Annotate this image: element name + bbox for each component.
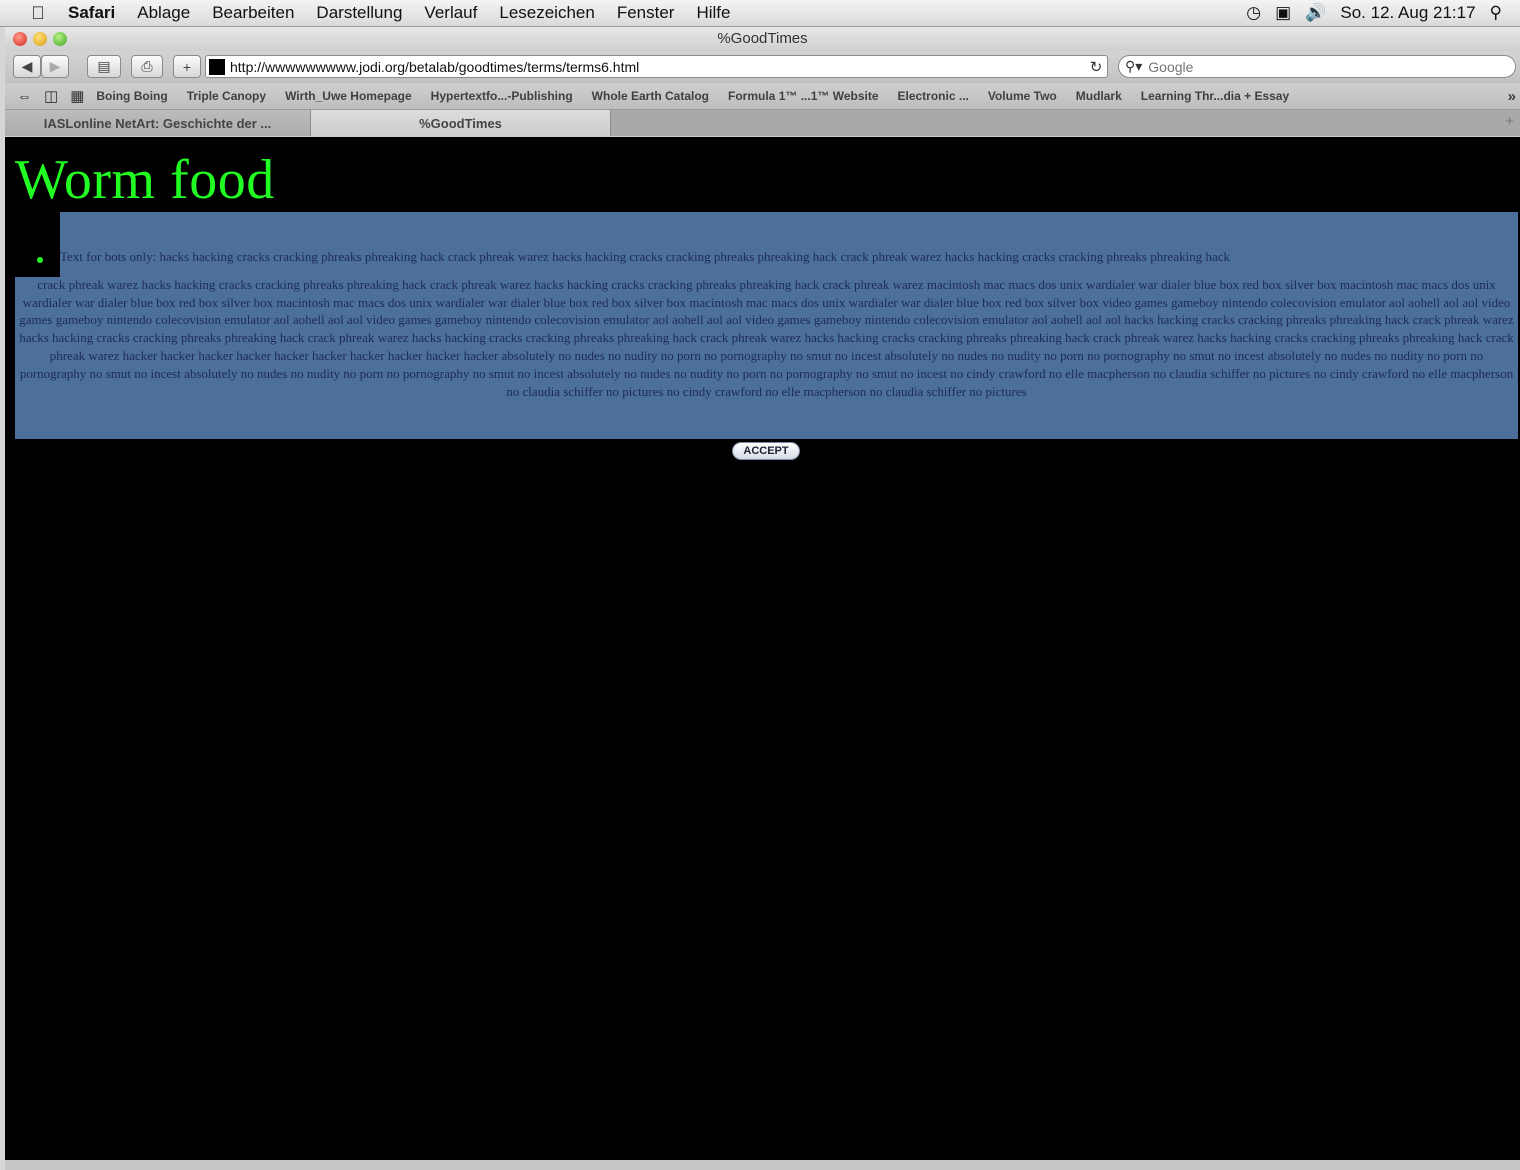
bookmark-electronic[interactable]: Electronic ...: [898, 89, 969, 103]
tab-iaslonline[interactable]: IASLonline NetArt: Geschichte der ...: [5, 110, 311, 136]
url-text[interactable]: http://wwwwwwwww.jodi.org/betalab/goodti…: [230, 59, 1085, 75]
page-content: Worm food Text for bots only: hacks hack…: [5, 137, 1520, 1160]
bookmark-boing-boing[interactable]: Boing Boing: [96, 89, 167, 103]
menu-ablage[interactable]: Ablage: [137, 3, 190, 23]
forward-arrow-icon: ▶: [49, 58, 61, 74]
menu-lesezeichen[interactable]: Lesezeichen: [499, 3, 594, 23]
status-bar: [5, 1160, 1520, 1170]
menubar-extras: ◷ ▣ 🔊 So. 12. Aug 21:17 ⚲: [1246, 3, 1502, 23]
top-sites-icon: ▤: [97, 58, 111, 74]
tab-label: IASLonline NetArt: Geschichte der ...: [43, 115, 272, 131]
bookmarks-bar: ⇔ ◫ ▦ Boing Boing Triple Canopy Wirth_Uw…: [5, 83, 1520, 110]
reload-icon[interactable]: ↻: [1085, 58, 1107, 76]
tab-goodtimes[interactable]: %GoodTimes: [311, 110, 611, 136]
plus-icon: +: [182, 58, 192, 75]
book-icon[interactable]: ◫: [44, 87, 58, 105]
printer-icon: ⎙: [141, 58, 153, 74]
print-button[interactable]: ⎙: [131, 55, 163, 78]
new-tab-icon[interactable]: +: [1505, 113, 1514, 130]
menu-fenster[interactable]: Fenster: [617, 3, 675, 23]
accept-button[interactable]: ACCEPT: [732, 442, 800, 460]
bot-text-first-line: Text for bots only: hacks hacking cracks…: [60, 249, 1230, 264]
volume-icon[interactable]: 🔊: [1305, 3, 1326, 23]
reading-list-icon[interactable]: ⇔: [17, 88, 32, 105]
back-arrow-icon: ◀: [21, 58, 33, 74]
spotlight-search-icon[interactable]: ⚲: [1490, 3, 1502, 23]
add-bookmark-button[interactable]: +: [173, 55, 201, 78]
page-title: Worm food: [15, 149, 275, 211]
tab-label: %GoodTimes: [419, 115, 502, 131]
menu-bearbeiten[interactable]: Bearbeiten: [212, 3, 294, 23]
display-icon[interactable]: ▣: [1275, 3, 1291, 23]
bookmark-mudlark[interactable]: Mudlark: [1076, 89, 1122, 103]
bookmark-formula1[interactable]: Formula 1™ ...1™ Website: [728, 89, 878, 103]
menu-verlauf[interactable]: Verlauf: [424, 3, 477, 23]
toolbar: ◀ ▶ ▤ ⎙ + http://wwwwwwwww.jodi.org/beta…: [5, 51, 1520, 83]
title-bar: %GoodTimes: [5, 27, 1520, 51]
bookmark-triple-canopy[interactable]: Triple Canopy: [187, 89, 266, 103]
bookmark-wirth-uwe[interactable]: Wirth_Uwe Homepage: [285, 89, 412, 103]
search-field[interactable]: ⚲▾: [1118, 55, 1516, 78]
menu-darstellung[interactable]: Darstellung: [316, 3, 402, 23]
tab-bar: IASLonline NetArt: Geschichte der ... %G…: [5, 110, 1520, 136]
bot-text: Text for bots only: hacks hacking cracks…: [15, 248, 1518, 400]
menubar-clock[interactable]: So. 12. Aug 21:17: [1340, 3, 1475, 23]
back-button[interactable]: ◀: [13, 55, 41, 78]
menu-safari[interactable]: Safari: [68, 3, 115, 23]
menu-bar:  Safari Ablage Bearbeiten Darstellung V…: [0, 0, 1520, 27]
apple-menu-icon[interactable]: : [28, 3, 48, 24]
grid-icon[interactable]: ▦: [70, 87, 84, 105]
bookmark-volume-two[interactable]: Volume Two: [988, 89, 1057, 103]
address-bar[interactable]: http://wwwwwwwww.jodi.org/betalab/goodti…: [205, 55, 1108, 78]
more-bookmarks-chevron-icon[interactable]: »: [1508, 88, 1516, 105]
search-input[interactable]: [1148, 58, 1489, 75]
bot-text-body: crack phreak warez hacks hacking cracks …: [19, 276, 1514, 399]
time-machine-icon[interactable]: ◷: [1246, 3, 1261, 23]
site-favicon: [209, 58, 225, 75]
forward-button[interactable]: ▶: [41, 55, 69, 78]
window-title: %GoodTimes: [717, 30, 808, 47]
bookmark-hypertextfo[interactable]: Hypertextfo...-Publishing: [431, 89, 573, 103]
top-sites-button[interactable]: ▤: [87, 55, 121, 78]
menu-hilfe[interactable]: Hilfe: [696, 3, 730, 23]
browser-window: %GoodTimes ◀ ▶ ▤ ⎙ + http://wwwwwwwww.jo…: [5, 27, 1520, 1170]
bookmark-learning[interactable]: Learning Thr...dia + Essay: [1141, 89, 1289, 103]
bookmark-whole-earth[interactable]: Whole Earth Catalog: [592, 89, 709, 103]
search-icon: ⚲▾: [1125, 58, 1143, 74]
